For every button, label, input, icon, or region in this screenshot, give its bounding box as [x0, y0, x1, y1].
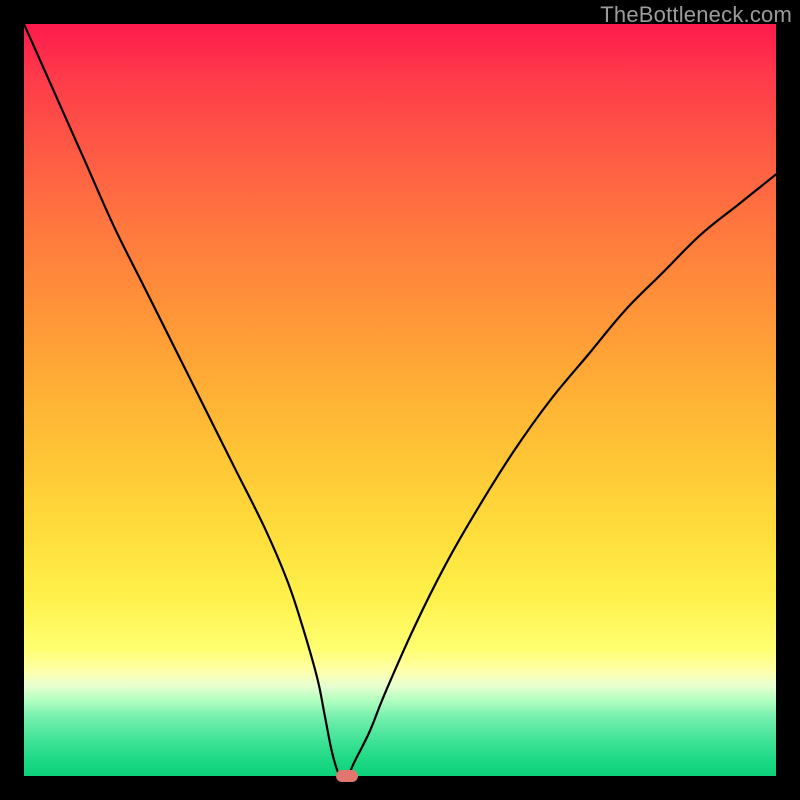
chart-frame: TheBottleneck.com	[0, 0, 800, 800]
minimum-marker	[336, 770, 358, 782]
watermark-text: TheBottleneck.com	[600, 2, 792, 28]
bottleneck-curve	[24, 24, 776, 776]
plot-area	[24, 24, 776, 776]
